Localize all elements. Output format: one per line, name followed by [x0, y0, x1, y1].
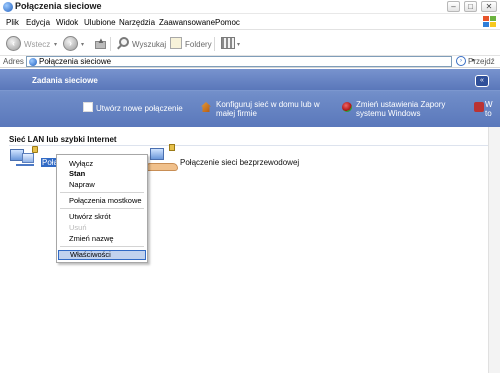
go-button[interactable]: Przejdź [468, 57, 495, 66]
vertical-scrollbar[interactable] [488, 127, 500, 373]
network-connections-icon [3, 2, 13, 12]
wireless-connection-label[interactable]: Połączenie sieci bezprzewodowej [180, 158, 299, 167]
new-connection-icon [83, 102, 93, 112]
menu-view[interactable]: Widok [56, 18, 78, 27]
ctx-separator [60, 246, 144, 247]
close-button[interactable]: ✕ [481, 1, 497, 12]
ctx-properties[interactable]: Właściwości [58, 250, 146, 260]
task-label: W [485, 100, 493, 109]
task-label-line2: to [485, 109, 492, 118]
context-menu: Wyłącz Stan Napraw Połączenia mostkowe U… [56, 154, 148, 263]
task-pane-title: Zadania sieciowe [32, 76, 98, 85]
network-connections-icon [29, 58, 37, 66]
collapse-button[interactable]: « [475, 75, 489, 87]
forward-button[interactable]: › [63, 36, 78, 51]
folders-icon[interactable] [170, 37, 182, 49]
ctx-separator [60, 192, 144, 193]
menu-bar: Plik Edycja Widok Ulubione Narzędzia Zaa… [0, 15, 500, 30]
lan-connection-icon[interactable] [8, 146, 42, 176]
menu-tools[interactable]: Narzędzia [119, 18, 155, 27]
maximize-button[interactable]: □ [464, 1, 477, 12]
ctx-disable[interactable]: Wyłącz [58, 159, 146, 169]
ctx-repair[interactable]: Napraw [58, 180, 146, 190]
firewall-icon [342, 102, 352, 112]
up-folder-icon[interactable]: ▲ [94, 36, 106, 50]
go-arrow-icon[interactable]: › [456, 56, 466, 66]
search-icon[interactable] [117, 37, 130, 50]
forward-dropdown-icon[interactable]: ▾ [81, 41, 84, 48]
toolbar-separator [214, 37, 215, 51]
menu-favorites[interactable]: Ulubione [84, 18, 116, 27]
title-bar: Połączenia sieciowe – □ ✕ [0, 0, 500, 14]
ctx-bridge-connections[interactable]: Połączenia mostkowe [58, 196, 146, 206]
task-configure-home-network[interactable]: Konfiguruj sieć w domu lub w małej firmi… [216, 100, 320, 118]
ctx-status[interactable]: Stan [58, 169, 146, 179]
back-label: Wstecz [24, 40, 51, 49]
toolbar: ‹ Wstecz ▾ › ▾ ▲ Wyszukaj Foldery ▾ [0, 31, 500, 56]
task-label-line2: systemu Windows [356, 109, 421, 118]
menu-file[interactable]: Plik [6, 18, 19, 27]
ctx-separator [60, 208, 144, 209]
wireless-connection-icon[interactable] [144, 144, 180, 178]
address-field[interactable]: Połączenia sieciowe ▾ [26, 56, 475, 67]
address-bar: Adres Połączenia sieciowe ▾ › Przejdź [0, 56, 500, 68]
task-extra-icon [474, 102, 484, 112]
ctx-rename[interactable]: Zmień nazwę [58, 234, 146, 244]
views-icon[interactable] [221, 37, 235, 49]
ctx-delete: Usuń [69, 223, 87, 232]
address-label: Adres [3, 57, 24, 66]
task-create-connection[interactable]: Utwórz nowe połączenie [96, 104, 183, 113]
menu-advanced[interactable]: Zaawansowane [159, 18, 215, 27]
task-firewall-settings[interactable]: Zmień ustawienia Zapory systemu Windows [356, 100, 445, 118]
menu-help[interactable]: Pomoc [215, 18, 240, 27]
search-button[interactable]: Wyszukaj [132, 40, 166, 49]
home-network-icon [201, 102, 211, 112]
task-pane-header: Zadania sieciowe « [0, 69, 500, 91]
minimize-button[interactable]: – [447, 1, 460, 12]
back-dropdown-icon[interactable]: ▾ [54, 41, 57, 48]
menu-edit[interactable]: Edycja [26, 18, 50, 27]
task-label: Utwórz nowe połączenie [96, 104, 183, 113]
address-value: Połączenia sieciowe [39, 57, 112, 66]
task-extra[interactable]: W to [485, 100, 493, 118]
toolbar-separator [110, 37, 111, 51]
group-title: Sieć LAN lub szybki Internet [9, 135, 117, 144]
views-dropdown-icon[interactable]: ▾ [237, 41, 240, 48]
ctx-create-shortcut[interactable]: Utwórz skrót [58, 212, 146, 222]
window-title: Połączenia sieciowe [15, 1, 102, 11]
task-label: Zmień ustawienia Zapory [356, 100, 446, 109]
windows-logo-icon [482, 16, 496, 28]
folders-button[interactable]: Foldery [185, 40, 212, 49]
back-button[interactable]: ‹ [6, 36, 21, 51]
group-divider [9, 145, 491, 146]
task-pane: Zadania sieciowe « Utwórz nowe połączeni… [0, 69, 500, 127]
task-label-line2: małej firmie [216, 109, 257, 118]
task-label: Konfiguruj sieć w domu lub w [216, 100, 320, 109]
